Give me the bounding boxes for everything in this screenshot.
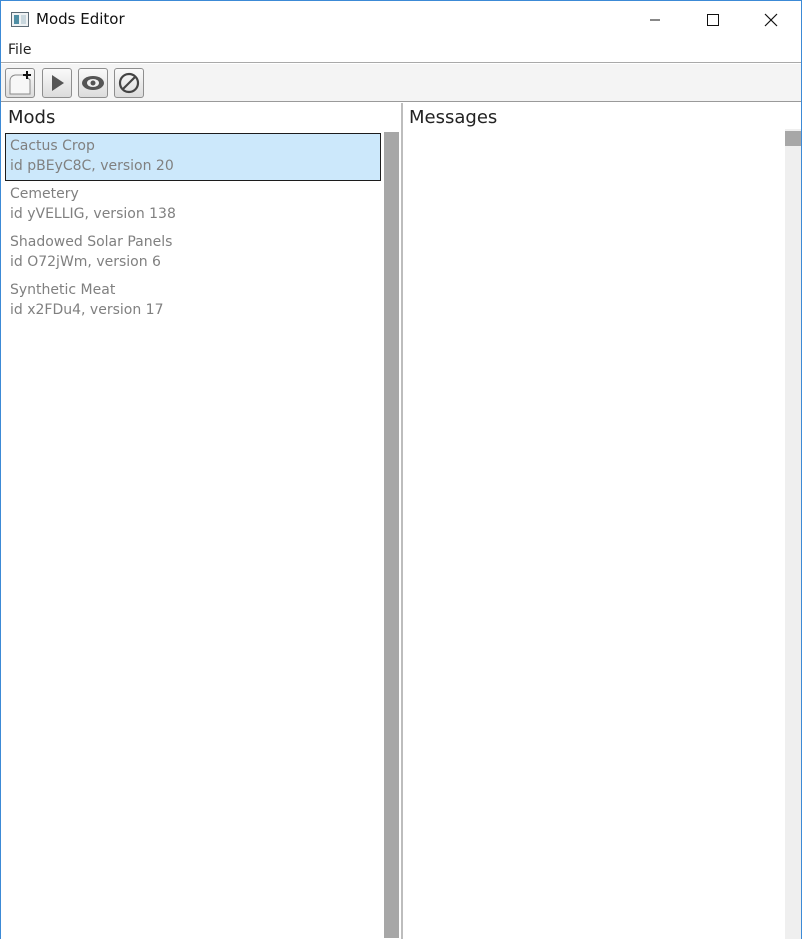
list-item[interactable]: Synthetic Meat id x2FDu4, version 17 [5, 277, 381, 325]
mod-meta: id x2FDu4, version 17 [10, 302, 164, 318]
view-button[interactable] [78, 68, 108, 98]
mod-name: Synthetic Meat [10, 282, 116, 298]
messages-scrollbar-thumb[interactable] [785, 131, 801, 146]
mods-pane: Mods Cactus Crop id pBEyC8C, version 20 … [1, 103, 401, 939]
toolbar [1, 64, 801, 102]
disable-button[interactable] [114, 68, 144, 98]
menu-bar: File [1, 39, 801, 63]
close-button[interactable] [742, 1, 800, 39]
list-item[interactable]: Shadowed Solar Panels id O72jWm, version… [5, 229, 381, 277]
messages-scrollbar-track[interactable] [785, 129, 801, 939]
close-icon [764, 13, 778, 27]
mods-list: Cactus Crop id pBEyC8C, version 20 Cemet… [5, 133, 381, 325]
mod-name: Cemetery [10, 186, 79, 202]
mods-pane-title: Mods [8, 107, 56, 128]
split-pane: Mods Cactus Crop id pBEyC8C, version 20 … [1, 103, 801, 939]
title-bar[interactable]: Mods Editor [1, 1, 801, 39]
disable-icon [118, 72, 140, 94]
mods-scrollbar[interactable] [384, 132, 399, 938]
play-icon [52, 75, 64, 91]
menu-file[interactable]: File [8, 42, 31, 58]
maximize-icon [707, 14, 719, 26]
run-button[interactable] [42, 68, 72, 98]
app-window-icon [11, 12, 29, 27]
maximize-button[interactable] [684, 1, 742, 39]
list-item[interactable]: Cactus Crop id pBEyC8C, version 20 [5, 133, 381, 181]
list-item[interactable]: Cemetery id yVELLIG, version 138 [5, 181, 381, 229]
minimize-button[interactable] [626, 1, 684, 39]
mod-name: Cactus Crop [10, 138, 95, 154]
window-title: Mods Editor [36, 10, 125, 28]
app-window: Mods Editor File Mods Cactus Crop id pBE… [0, 0, 802, 939]
messages-pane-title: Messages [409, 107, 498, 128]
new-mod-button[interactable] [5, 68, 35, 98]
new-document-icon [9, 71, 31, 95]
mod-meta: id O72jWm, version 6 [10, 254, 161, 270]
eye-icon [82, 76, 104, 90]
minimize-icon [650, 19, 660, 21]
mod-meta: id pBEyC8C, version 20 [10, 158, 174, 174]
mod-meta: id yVELLIG, version 138 [10, 206, 176, 222]
mod-name: Shadowed Solar Panels [10, 234, 173, 250]
messages-pane: Messages [403, 103, 801, 939]
